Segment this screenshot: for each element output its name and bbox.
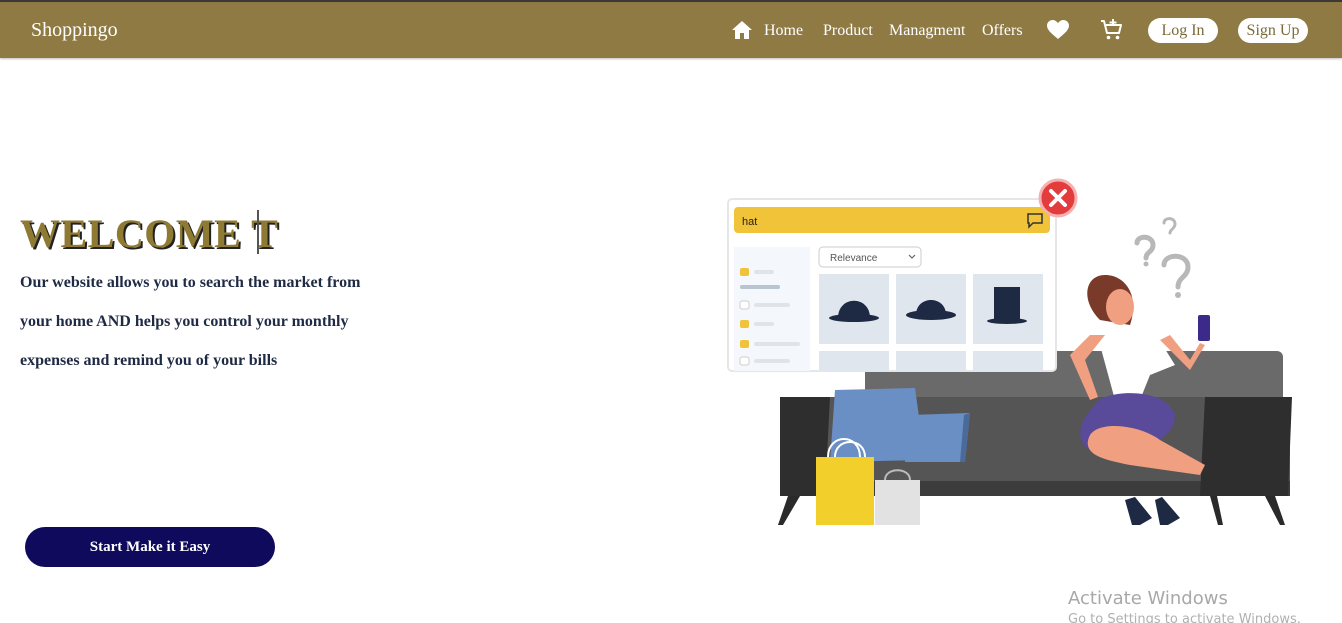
navbar: Shoppingo Home Product Managment Offers … <box>0 2 1342 58</box>
shop-window-graphic <box>727 198 1057 372</box>
nav-product-link[interactable]: Product <box>823 22 873 40</box>
illustration-search-text: hat <box>742 216 757 228</box>
signup-button[interactable]: Sign Up <box>1238 18 1308 43</box>
activate-windows-title: Activate Windows <box>1068 588 1228 609</box>
typing-caret <box>257 210 259 254</box>
question-marks-graphic <box>1134 217 1191 290</box>
hero-description-line-1: Our website allows you to search the mar… <box>20 274 361 291</box>
brand-logo[interactable]: Shoppingo <box>31 19 118 42</box>
illustration-sort-label: Relevance <box>830 253 878 264</box>
welcome-title: WELCOME T <box>20 211 279 256</box>
heart-icon[interactable] <box>1047 20 1069 40</box>
nav-offers-link[interactable]: Offers <box>982 22 1023 40</box>
login-button[interactable]: Log In <box>1148 18 1218 43</box>
home-icon[interactable] <box>732 21 752 39</box>
hero-description-line-2: your home AND helps you control your mon… <box>20 313 349 330</box>
close-icon <box>1038 178 1078 218</box>
cart-icon[interactable] <box>1100 18 1124 42</box>
start-button[interactable]: Start Make it Easy <box>25 527 275 567</box>
nav-home-link[interactable]: Home <box>764 22 803 40</box>
hero-description-line-3: expenses and remind you of your bills <box>20 352 278 369</box>
activate-windows-subtitle: Go to Settings to activate Windows. <box>1068 612 1301 623</box>
shopping-illustration: hat Relevance <box>727 178 1292 525</box>
nav-management-link[interactable]: Managment <box>889 22 965 40</box>
